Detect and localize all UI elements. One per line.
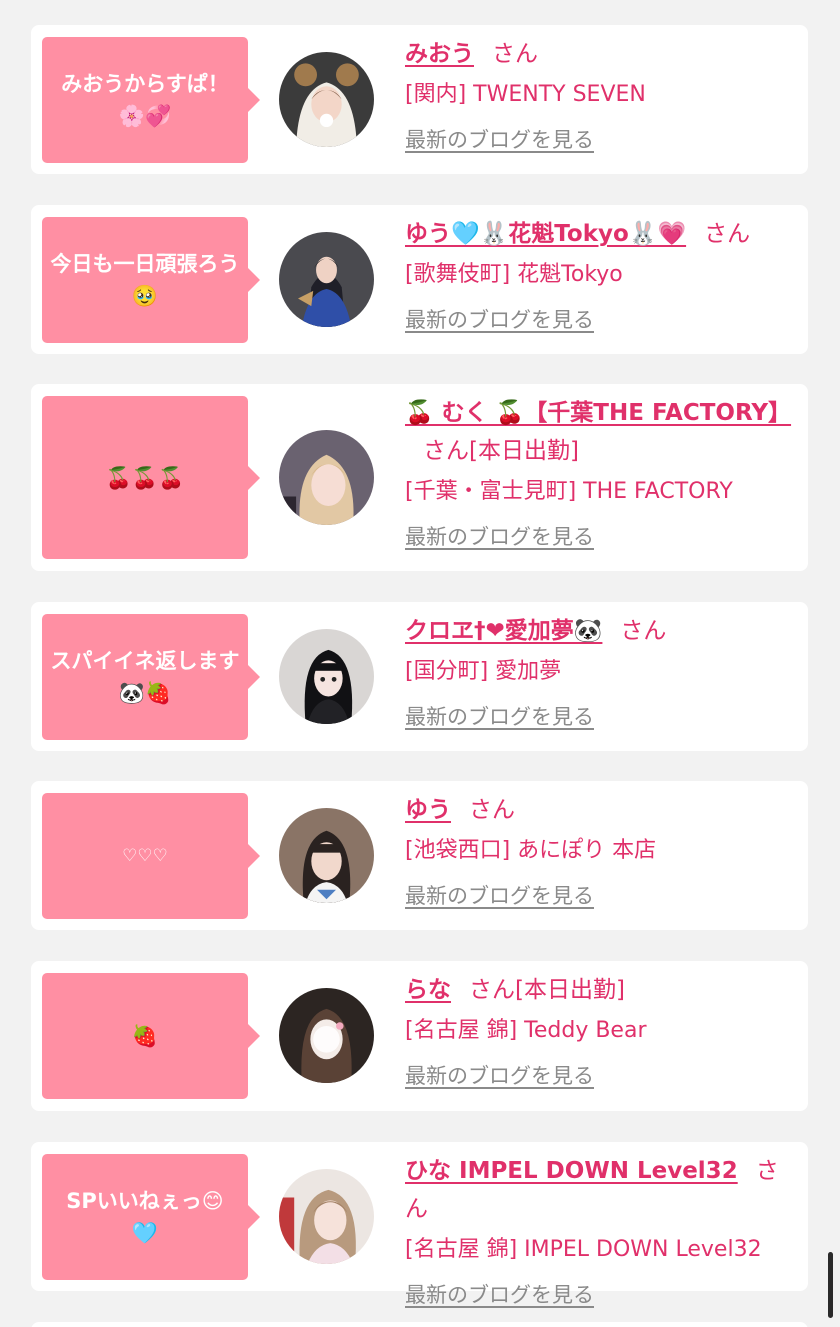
girl-name-link[interactable]: ゆう: [405, 797, 451, 823]
latest-blog-link[interactable]: 最新のブログを見る: [405, 125, 594, 155]
comment-bubble: みおうからすぱ！ 🌸💞: [42, 37, 260, 163]
girl-name-link[interactable]: らな: [405, 977, 451, 1003]
avatar-photo-icon: [279, 52, 374, 147]
entry-card[interactable]: 今日も一日頑張ろう🥹 ゆう🩵🐰花魁Tokyo🐰💗 さん [歌舞伎町] 花魁Toky…: [31, 205, 808, 354]
avatar[interactable]: [279, 988, 374, 1083]
latest-blog-link[interactable]: 最新のブログを見る: [405, 881, 594, 911]
name-line: らな さん[本日出勤]: [405, 971, 800, 1009]
name-line: ゆう🩵🐰花魁Tokyo🐰💗 さん: [405, 215, 800, 253]
comment-text: 🍓: [131, 1024, 159, 1048]
honorific: さん: [469, 797, 515, 823]
shop-label: [千葉・富士見町] THE FACTORY: [405, 479, 733, 504]
honorific: さん: [469, 977, 515, 1003]
comment-bubble: ♡♡♡: [42, 793, 260, 919]
comment-text: ♡♡♡: [122, 846, 168, 866]
entry-info: ゆう🩵🐰花魁Tokyo🐰💗 さん [歌舞伎町] 花魁Tokyo 最新のブログを見る: [405, 215, 800, 335]
latest-blog-link[interactable]: 最新のブログを見る: [405, 1280, 594, 1310]
latest-blog-link[interactable]: 最新のブログを見る: [405, 702, 594, 732]
name-line: ゆう さん: [405, 791, 800, 829]
honorific: さん: [492, 41, 538, 67]
name-line: ひな IMPEL DOWN Level32 さん: [405, 1152, 800, 1228]
shop-label: [関内] TWENTY SEVEN: [405, 82, 646, 107]
avatar-photo-icon: [279, 1169, 374, 1264]
entry-card[interactable]: ♡♡♡ ゆう さん [池袋西口] あにぽり 本店 最新のブログを見る: [31, 781, 808, 930]
avatar-photo-icon: [279, 430, 374, 525]
girl-name-link[interactable]: みおう: [405, 41, 474, 67]
name-line: みおう さん: [405, 35, 800, 73]
avatar[interactable]: [279, 430, 374, 525]
comment-text: 🍒🍒🍒: [105, 465, 185, 490]
avatar-photo-icon: [279, 988, 374, 1083]
comment-bubble: 今日も一日頑張ろう🥹: [42, 217, 260, 343]
girl-name-link[interactable]: 🍒 むく 🍒【千葉THE FACTORY】: [405, 400, 791, 426]
name-line: クロヱ†❤愛加夢🐼 さん: [405, 612, 800, 650]
entry-info: みおう さん [関内] TWENTY SEVEN 最新のブログを見る: [405, 35, 800, 155]
comment-text: みおうからすぱ！ 🌸💞: [61, 72, 229, 128]
latest-blog-link[interactable]: 最新のブログを見る: [405, 1061, 594, 1091]
comment-text: スパイイネ返します🐼🍓: [50, 649, 240, 705]
avatar-photo-icon: [279, 232, 374, 327]
shop-label: [名古屋 錦] Teddy Bear: [405, 1018, 647, 1043]
entry-card[interactable]: みおうからすぱ！ 🌸💞 みおう さん [関内] TWENTY SEVEN 最新のブ…: [31, 25, 808, 174]
honorific: さん: [704, 221, 751, 247]
scrollbar[interactable]: [828, 1252, 833, 1318]
honorific: さん: [620, 618, 667, 644]
avatar[interactable]: [279, 232, 374, 327]
latest-blog-link[interactable]: 最新のブログを見る: [405, 305, 594, 335]
entry-info: 🍒 むく 🍒【千葉THE FACTORY】さん[本日出勤] [千葉・富士見町] …: [405, 394, 800, 552]
entry-info: クロヱ†❤愛加夢🐼 さん [国分町] 愛加夢 最新のブログを見る: [405, 612, 800, 732]
avatar[interactable]: [279, 808, 374, 903]
avatar[interactable]: [279, 52, 374, 147]
entry-card[interactable]: SPいいねぇっ😊 🩵 ひな IMPEL DOWN Level32 さん [名古屋 …: [31, 1142, 808, 1307]
entry-card-partial: [31, 1322, 808, 1327]
blog-entry-list: みおうからすぱ！ 🌸💞 みおう さん [関内] TWENTY SEVEN 最新のブ…: [0, 0, 840, 1327]
comment-bubble: SPいいねぇっ😊 🩵: [42, 1154, 260, 1280]
shop-label: [国分町] 愛加夢: [405, 659, 562, 684]
girl-name-link[interactable]: クロヱ†❤愛加夢🐼: [405, 618, 602, 644]
shop-label: [名古屋 錦] IMPEL DOWN Level32: [405, 1237, 762, 1262]
name-line: 🍒 むく 🍒【千葉THE FACTORY】さん[本日出勤]: [405, 394, 800, 470]
avatar[interactable]: [279, 1169, 374, 1264]
entry-info: ゆう さん [池袋西口] あにぽり 本店 最新のブログを見る: [405, 791, 800, 911]
honorific: さん: [423, 438, 469, 464]
girl-name-link[interactable]: ゆう🩵🐰花魁Tokyo🐰💗: [405, 221, 686, 247]
shop-label: [池袋西口] あにぽり 本店: [405, 838, 657, 863]
entry-card[interactable]: 🍓 らな さん[本日出勤] [名古屋 錦] Teddy Bear 最新のブログを見…: [31, 961, 808, 1111]
comment-bubble: スパイイネ返します🐼🍓: [42, 614, 260, 740]
status-label: [本日出勤]: [469, 438, 579, 464]
status-label: [本日出勤]: [515, 977, 625, 1003]
comment-bubble: 🍓: [42, 973, 260, 1099]
avatar-photo-icon: [279, 629, 374, 724]
shop-label: [歌舞伎町] 花魁Tokyo: [405, 262, 623, 287]
comment-text: SPいいねぇっ😊 🩵: [66, 1189, 224, 1245]
entry-card[interactable]: 🍒🍒🍒 🍒 むく 🍒【千葉THE FACTORY】さん[本日出勤] [千葉・富士…: [31, 384, 808, 571]
entry-info: らな さん[本日出勤] [名古屋 錦] Teddy Bear 最新のブログを見る: [405, 971, 800, 1091]
avatar[interactable]: [279, 629, 374, 724]
comment-bubble: 🍒🍒🍒: [42, 396, 260, 559]
comment-text: 今日も一日頑張ろう🥹: [50, 252, 240, 308]
entry-info: ひな IMPEL DOWN Level32 さん [名古屋 錦] IMPEL DO…: [405, 1152, 800, 1310]
girl-name-link[interactable]: ひな IMPEL DOWN Level32: [405, 1158, 738, 1184]
entry-card[interactable]: スパイイネ返します🐼🍓 クロヱ†❤愛加夢🐼 さん [国分町] 愛加夢 最新のブログ…: [31, 602, 808, 751]
latest-blog-link[interactable]: 最新のブログを見る: [405, 522, 594, 552]
avatar-photo-icon: [279, 808, 374, 903]
